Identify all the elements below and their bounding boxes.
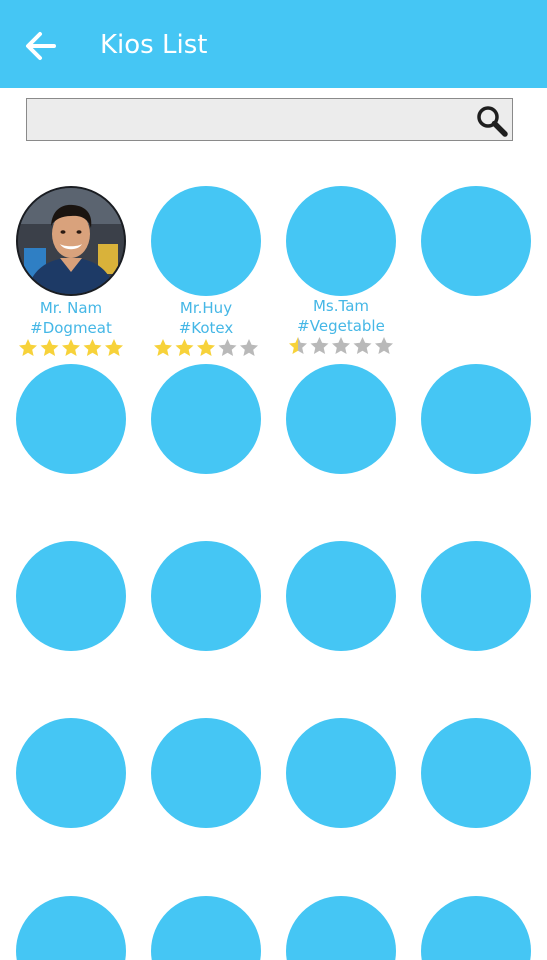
kiosk-circle	[421, 186, 531, 296]
star-empty-icon	[240, 339, 258, 356]
kiosk-circle	[16, 718, 126, 828]
star-empty-icon	[375, 337, 393, 354]
star-filled-icon	[197, 339, 215, 356]
kiosk-placeholder[interactable]	[16, 718, 126, 828]
star-empty-icon	[353, 337, 372, 354]
star-filled-icon	[154, 339, 172, 356]
star-empty-icon	[332, 337, 350, 354]
kiosk-placeholder[interactable]	[151, 541, 261, 651]
kios-list-screen: Kios List Mr. Nam #Dogmeat Mr.Huy #Kotex Ms.…	[0, 0, 547, 960]
kiosk-placeholder[interactable]	[286, 896, 396, 960]
kiosk-circle	[421, 896, 531, 960]
star-rating	[153, 338, 263, 358]
star-filled-icon	[62, 339, 80, 356]
kiosk-circle	[286, 186, 396, 296]
kiosk-placeholder[interactable]	[16, 896, 126, 960]
kiosk-grid: Mr. Nam #Dogmeat Mr.Huy #Kotex Ms.Tam #Vegeta…	[0, 0, 547, 960]
kiosk-circle	[421, 364, 531, 474]
kiosk-placeholder[interactable]	[16, 541, 126, 651]
star-empty-icon	[218, 339, 237, 356]
star-filled-icon	[175, 339, 194, 356]
avatar-photo	[18, 188, 124, 294]
kiosk-circle	[151, 896, 261, 960]
star-filled-icon	[19, 339, 37, 356]
kiosk-placeholder[interactable]	[421, 541, 531, 651]
kiosk-placeholder[interactable]	[286, 541, 396, 651]
kiosk-circle	[421, 718, 531, 828]
kiosk-circle	[286, 718, 396, 828]
kiosk-tile[interactable]: Mr. Nam #Dogmeat	[16, 186, 126, 356]
kiosk-circle	[16, 896, 126, 960]
kiosk-circle	[151, 186, 261, 296]
kiosk-placeholder[interactable]	[151, 364, 261, 474]
kiosk-tag: #Dogmeat	[30, 319, 112, 337]
kiosk-placeholder[interactable]	[151, 718, 261, 828]
kiosk-circle	[286, 364, 396, 474]
kiosk-tag: #Vegetable	[297, 317, 385, 335]
kiosk-placeholder[interactable]	[421, 718, 531, 828]
kiosk-name: Ms.Tam	[312, 297, 369, 315]
avatar	[16, 186, 126, 296]
star-filled-icon	[40, 339, 59, 356]
kiosk-circle	[421, 541, 531, 651]
star-empty-icon	[310, 337, 329, 354]
kiosk-circle	[151, 718, 261, 828]
kiosk-tile[interactable]: Mr.Huy #Kotex	[151, 186, 261, 356]
star-rating	[288, 336, 398, 356]
kiosk-placeholder[interactable]	[286, 364, 396, 474]
kiosk-circle	[151, 541, 261, 651]
kiosk-placeholder[interactable]	[421, 186, 531, 296]
kiosk-circle	[16, 541, 126, 651]
kiosk-circle	[151, 364, 261, 474]
kiosk-name: Mr. Nam	[39, 299, 103, 317]
kiosk-tile[interactable]: Ms.Tam #Vegetable	[286, 186, 396, 354]
kiosk-placeholder[interactable]	[151, 896, 261, 960]
kiosk-placeholder[interactable]	[16, 364, 126, 474]
star-rating	[18, 338, 128, 358]
kiosk-tag: #Kotex	[178, 319, 234, 337]
kiosk-circle	[286, 541, 396, 651]
kiosk-placeholder[interactable]	[286, 718, 396, 828]
kiosk-circle	[286, 896, 396, 960]
star-filled-icon	[105, 339, 123, 356]
kiosk-placeholder[interactable]	[421, 896, 531, 960]
kiosk-circle	[16, 364, 126, 474]
star-filled-icon	[83, 339, 102, 356]
kiosk-placeholder[interactable]	[421, 364, 531, 474]
star-filled-icon	[289, 337, 307, 354]
kiosk-name: Mr.Huy	[179, 299, 233, 317]
